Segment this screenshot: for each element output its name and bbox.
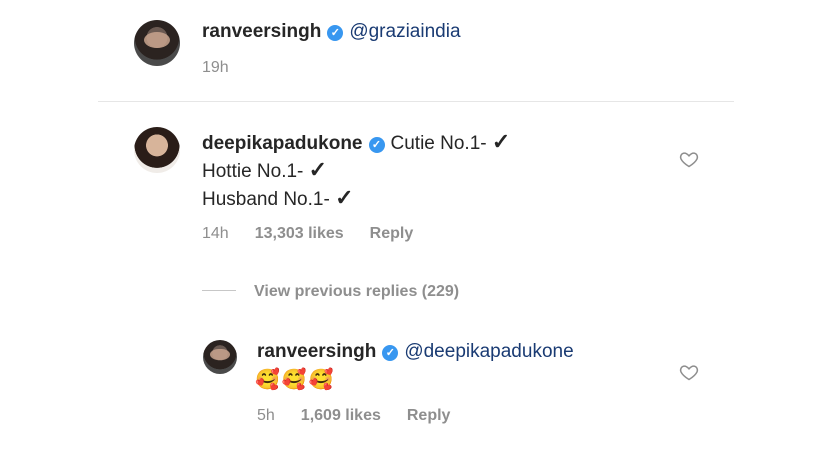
mention-graziaindia[interactable]: @graziaindia bbox=[349, 21, 460, 42]
view-previous-replies[interactable]: View previous replies (229) bbox=[202, 283, 459, 301]
comment-2-line-2: Hottie No.1- ✓ bbox=[202, 157, 327, 183]
comment-2-line-3: Husband No.1- ✓ bbox=[202, 185, 354, 211]
check-mark-icon: ✓ bbox=[491, 129, 511, 154]
comment-2-text-3: Husband No.1- bbox=[202, 189, 330, 210]
reply-1-time: 5h bbox=[257, 407, 275, 424]
comment-2-time: 14h bbox=[202, 225, 229, 242]
avatar-ranveersingh-reply[interactable] bbox=[203, 340, 237, 374]
comment-2-text-2: Hottie No.1- bbox=[202, 161, 304, 182]
comment-2-line-1: deepikapadukone ✓ Cutie No.1- ✓ bbox=[202, 129, 510, 155]
reply-1-likes[interactable]: 1,609 likes bbox=[301, 407, 381, 424]
mention-deepikapadukone[interactable]: @deepikapadukone bbox=[404, 341, 573, 362]
view-previous-label[interactable]: View previous replies (229) bbox=[254, 283, 459, 300]
username-ranveersingh-reply[interactable]: ranveersingh bbox=[257, 341, 376, 362]
reply-1-line: ranveersingh ✓ @deepikapadukone bbox=[257, 341, 574, 363]
divider bbox=[98, 101, 734, 102]
avatar-ranveersingh[interactable] bbox=[134, 20, 180, 66]
reply-1-meta: 5h 1,609 likes Reply bbox=[257, 407, 476, 425]
verified-badge-icon: ✓ bbox=[368, 137, 385, 153]
verified-badge-icon: ✓ bbox=[382, 345, 399, 361]
comment-2-meta: 14h 13,303 likes Reply bbox=[202, 225, 439, 243]
heart-icon[interactable] bbox=[679, 149, 699, 169]
reply-1-reply-button[interactable]: Reply bbox=[407, 407, 451, 424]
divider-dash bbox=[202, 290, 236, 291]
comment-2-reply-button[interactable]: Reply bbox=[370, 225, 414, 242]
heart-icon[interactable] bbox=[679, 362, 699, 382]
avatar-deepikapadukone[interactable] bbox=[134, 127, 180, 173]
username-ranveersingh[interactable]: ranveersingh bbox=[202, 21, 321, 42]
comment-1-time: 19h bbox=[202, 59, 229, 76]
comment-2-likes[interactable]: 13,303 likes bbox=[255, 225, 344, 242]
comment-2-text-1: Cutie No.1- bbox=[390, 133, 487, 154]
check-mark-icon: ✓ bbox=[308, 157, 328, 182]
check-mark-icon: ✓ bbox=[335, 185, 354, 210]
comment-1-meta: 19h bbox=[202, 59, 255, 77]
comment-1-line: ranveersingh ✓ @graziaindia bbox=[202, 21, 461, 43]
username-deepikapadukone[interactable]: deepikapadukone bbox=[202, 133, 363, 154]
verified-badge-icon: ✓ bbox=[327, 25, 344, 41]
reply-1-emojis: 🥰🥰🥰 bbox=[255, 369, 336, 391]
